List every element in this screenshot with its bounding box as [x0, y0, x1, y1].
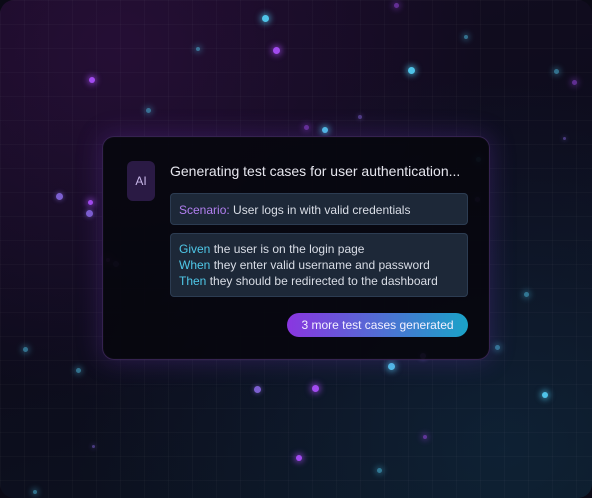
- scenario-text: User logs in with valid credentials: [229, 203, 411, 217]
- step-keyword: Then: [179, 274, 207, 288]
- particle: [423, 435, 427, 439]
- particle: [273, 47, 280, 54]
- particle: [92, 445, 95, 448]
- particle: [86, 210, 93, 217]
- steps-box: Given the user is on the login page When…: [170, 233, 468, 297]
- particle: [254, 386, 261, 393]
- particle: [554, 69, 559, 74]
- ai-avatar: AI: [127, 161, 155, 201]
- step-given: Given the user is on the login page: [179, 241, 459, 257]
- step-text: they should be redirected to the dashboa…: [206, 274, 438, 288]
- particle: [388, 363, 395, 370]
- step-text: they enter valid username and password: [210, 258, 430, 272]
- step-keyword: Given: [179, 242, 211, 256]
- particle: [542, 392, 548, 398]
- ai-generation-card: AI Generating test cases for user authen…: [102, 136, 490, 360]
- particle: [296, 455, 302, 461]
- particle: [76, 368, 81, 373]
- particle: [262, 15, 269, 22]
- step-when: When they enter valid username and passw…: [179, 257, 459, 273]
- background-canvas: AI Generating test cases for user authen…: [0, 0, 592, 498]
- particle: [358, 115, 362, 119]
- particle: [196, 47, 200, 51]
- particle: [377, 468, 382, 473]
- particle: [304, 125, 309, 130]
- particle: [89, 77, 95, 83]
- generation-status-title: Generating test cases for user authentic…: [170, 163, 461, 179]
- particle: [563, 137, 566, 140]
- particle: [88, 200, 93, 205]
- step-then: Then they should be redirected to the da…: [179, 273, 459, 289]
- particle: [322, 127, 328, 133]
- step-text: the user is on the login page: [210, 242, 365, 256]
- particle: [146, 108, 151, 113]
- particle: [394, 3, 399, 8]
- particle: [495, 345, 500, 350]
- scenario-box: Scenario: User logs in with valid creden…: [170, 193, 468, 225]
- particle: [524, 292, 529, 297]
- particle: [408, 67, 415, 74]
- particle: [33, 490, 37, 494]
- scenario-keyword: Scenario: [179, 203, 227, 217]
- particle: [464, 35, 468, 39]
- step-keyword: When: [179, 258, 211, 272]
- particle: [23, 347, 28, 352]
- particle: [56, 193, 63, 200]
- particle: [312, 385, 319, 392]
- more-test-cases-button[interactable]: 3 more test cases generated: [287, 313, 468, 337]
- particle: [572, 80, 577, 85]
